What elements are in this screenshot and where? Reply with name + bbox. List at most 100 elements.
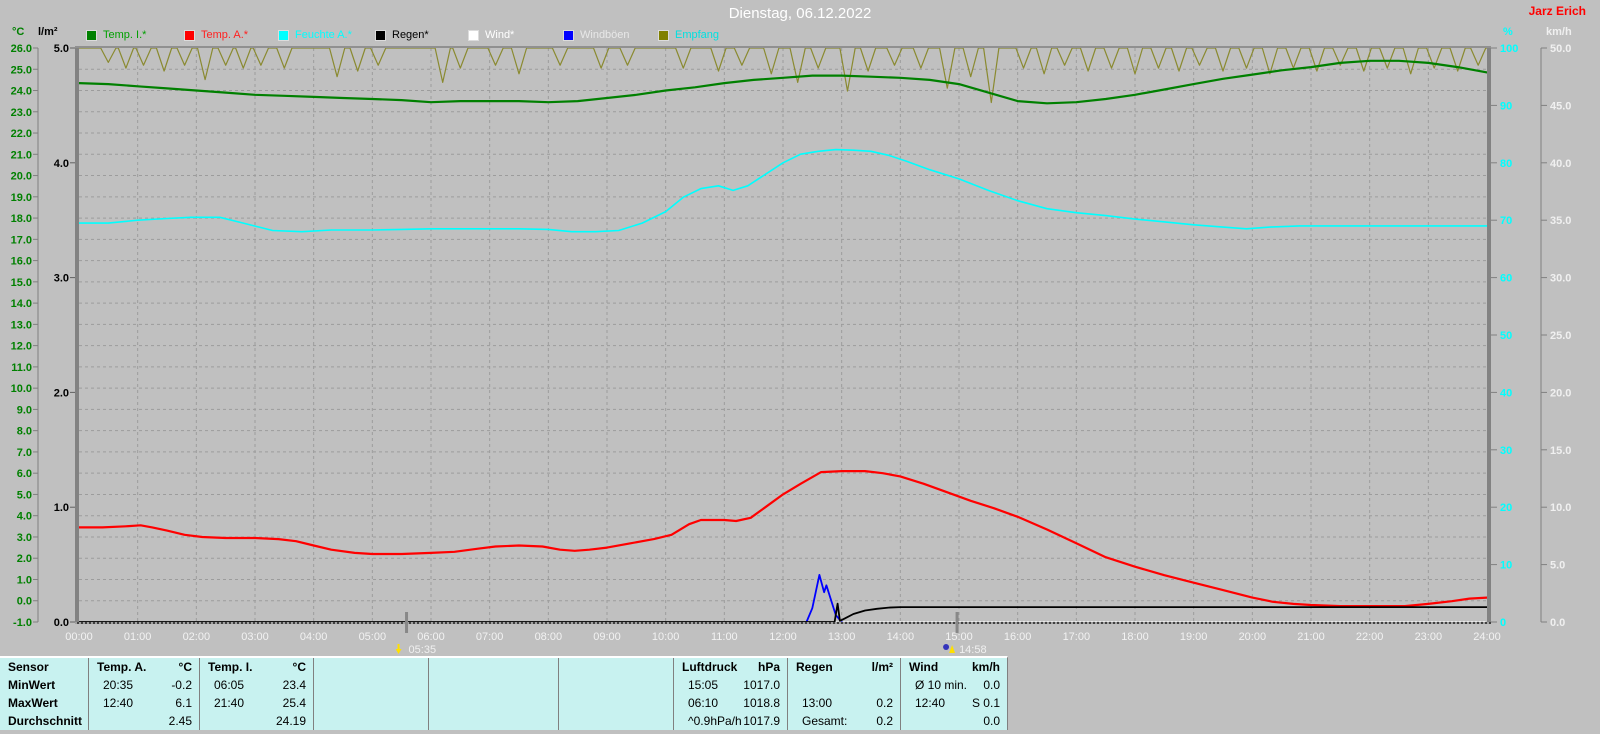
moonrise-icon bbox=[943, 644, 956, 653]
column-header-text: Temp. I. bbox=[208, 660, 253, 674]
table-row-label: MinWert bbox=[0, 676, 88, 694]
axis-tick-label: 20 bbox=[1500, 502, 1512, 514]
cell-time-text: 20:35 bbox=[103, 678, 134, 692]
axis-tick-label: 23:00 bbox=[1415, 631, 1443, 643]
column-header-text bbox=[559, 658, 567, 676]
column-unit-text: hPa bbox=[757, 660, 780, 674]
axis-tick-label: 10.0 bbox=[11, 383, 32, 395]
axis-tick-label: 4.0 bbox=[17, 511, 32, 523]
column-header-text: Luftdruck bbox=[682, 660, 738, 674]
cell-value-text: 24.19 bbox=[275, 714, 306, 728]
table-row-label: Sensor bbox=[0, 658, 88, 676]
table-row-label: Durchschnitt bbox=[0, 712, 88, 730]
axis-tick-label: 07:00 bbox=[476, 631, 504, 643]
cell-time-text: 12:40 bbox=[103, 696, 134, 710]
axis-tick-label: 0 bbox=[1500, 617, 1506, 629]
table-column-regen: Regen l/m² 13:00 0.2 Gesamt: 0.2 bbox=[787, 658, 900, 730]
axis-tick-label: 6.0 bbox=[17, 468, 32, 480]
table-column-header: Regen l/m² bbox=[788, 658, 900, 676]
cell-value-text: S 0.1 bbox=[971, 696, 1000, 710]
table-value-cell: 21:40 25.4 bbox=[200, 694, 313, 712]
axis-tick-label: 12.0 bbox=[11, 341, 32, 353]
table-column-header bbox=[429, 658, 558, 676]
axis-tick-label: 10.0 bbox=[1550, 502, 1571, 514]
table-row-label-text: Durchschnitt bbox=[8, 714, 83, 728]
table-column-wind: Wind km/h Ø 10 min. 0.0 12:40 S 0.1 0.0 bbox=[900, 658, 1007, 730]
axis-tick-label: 12:00 bbox=[769, 631, 797, 643]
plot-border-right bbox=[1487, 46, 1491, 624]
cell-time-text bbox=[559, 676, 573, 694]
axis-tick-label: 11:00 bbox=[711, 631, 738, 643]
axis-tick-label: 8.0 bbox=[17, 426, 32, 438]
axis-tick-label: 03:00 bbox=[241, 631, 269, 643]
cell-time-text: Ø 10 min. bbox=[915, 678, 968, 692]
column-unit-text: l/m² bbox=[871, 660, 893, 674]
marker-tick bbox=[955, 612, 959, 633]
axis-tick-label: 40 bbox=[1500, 387, 1512, 399]
table-row-label-text: Sensor bbox=[8, 660, 49, 674]
axis-tick-label: 0.0 bbox=[17, 596, 32, 608]
axis-tick-label: 0.0 bbox=[54, 617, 69, 629]
table-column-luftdruck: Luftdruck hPa 15:05 1017.0 06:10 1018.8 ^0.9hP… bbox=[673, 658, 787, 730]
column-unit-text: °C bbox=[292, 660, 306, 674]
axis-tick-label: 60 bbox=[1500, 273, 1512, 285]
axis-tick-label: 13:00 bbox=[828, 631, 856, 643]
table-value-cell bbox=[314, 676, 428, 694]
axis-tick-label: 01:00 bbox=[124, 631, 152, 643]
column-unit-text bbox=[666, 658, 673, 676]
axis-tick-label: 100 bbox=[1500, 43, 1518, 55]
cell-time-text bbox=[788, 676, 802, 694]
table-value-cell bbox=[788, 676, 900, 694]
axis-tick-label: 22:00 bbox=[1356, 631, 1384, 643]
cell-value-text bbox=[666, 712, 673, 730]
axis-tick-label: 30.0 bbox=[1550, 273, 1571, 285]
axis-tick-label: 20.0 bbox=[1550, 387, 1571, 399]
table-column-header bbox=[559, 658, 673, 676]
axis-tick-label: 21.0 bbox=[11, 149, 32, 161]
table-value-cell: 12:40 S 0.1 bbox=[901, 694, 1007, 712]
axis-tick-label: 08:00 bbox=[535, 631, 563, 643]
table-column-header: Wind km/h bbox=[901, 658, 1007, 676]
axis-tick-label: 0.0 bbox=[1550, 617, 1565, 629]
cell-time-text bbox=[89, 712, 103, 730]
stats-table: Sensor MinWert MaxWert Durchschnitt Temp. A.… bbox=[0, 656, 1008, 730]
axis-tick-label: -1.0 bbox=[13, 617, 32, 629]
cell-value-text: 25.4 bbox=[282, 696, 306, 710]
table-value-cell: 0.0 bbox=[901, 712, 1007, 730]
weather-app-window: Dienstag, 06.12.2022 Jarz Erich °C l/m² … bbox=[0, 0, 1600, 734]
column-header-text bbox=[429, 658, 437, 676]
axis-tick-label: 06:00 bbox=[417, 631, 445, 643]
axis-tick-label: 15.0 bbox=[11, 277, 32, 289]
cell-value-text bbox=[551, 694, 558, 712]
axis-tick-label: 13.0 bbox=[11, 319, 32, 331]
table-value-cell bbox=[429, 712, 558, 730]
cell-value-text: 0.0 bbox=[983, 714, 1000, 728]
column-unit-text bbox=[551, 658, 558, 676]
axis-tick-label: 14.0 bbox=[11, 298, 32, 310]
cell-value-text: 1017.0 bbox=[743, 678, 780, 692]
table-value-cell bbox=[429, 676, 558, 694]
axis-tick-label: 14:00 bbox=[887, 631, 915, 643]
axis-tick-label: 09:00 bbox=[593, 631, 621, 643]
table-value-cell: 24.19 bbox=[200, 712, 313, 730]
cell-value-text: -0.2 bbox=[171, 678, 192, 692]
axis-tick-label: 5.0 bbox=[17, 489, 32, 501]
cell-time-text bbox=[429, 712, 443, 730]
axis-tick-label: 18.0 bbox=[11, 213, 32, 225]
series-temp_aussen bbox=[77, 470, 1489, 608]
column-unit-text: km/h bbox=[971, 660, 1000, 674]
cell-time-text: 13:00 bbox=[802, 696, 833, 710]
axis-tick-label: 90 bbox=[1500, 100, 1512, 112]
table-value-cell: 12:40 6.1 bbox=[89, 694, 199, 712]
cell-value-text bbox=[551, 712, 558, 730]
column-unit-text: °C bbox=[178, 660, 192, 674]
table-value-cell bbox=[559, 712, 673, 730]
axis-tick-label: 16:00 bbox=[1004, 631, 1032, 643]
axis-tick-label: 17:00 bbox=[1063, 631, 1091, 643]
marker-time-label: 05:35 bbox=[409, 644, 437, 656]
axis-tick-label: 24:00 bbox=[1473, 631, 1501, 643]
axis-tick-label: 00:00 bbox=[65, 631, 93, 643]
table-value-cell bbox=[314, 694, 428, 712]
axis-tick-label: 35.0 bbox=[1550, 215, 1571, 227]
table-column-empty-2 bbox=[313, 658, 428, 730]
